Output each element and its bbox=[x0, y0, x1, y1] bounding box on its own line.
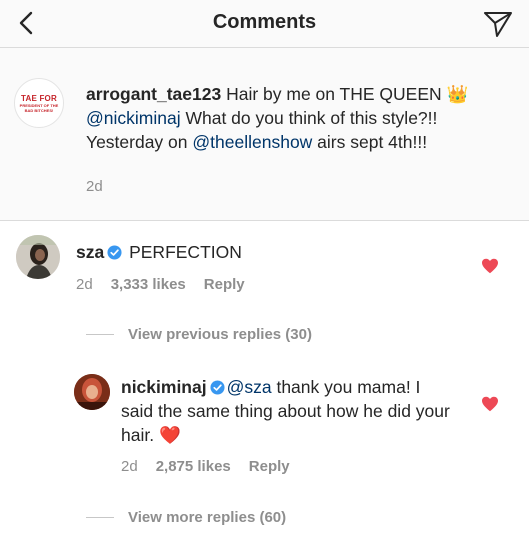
comment-meta: 2d 3,333 likes Reply bbox=[76, 276, 263, 293]
verified-badge-icon bbox=[210, 380, 225, 395]
comment-timestamp: 2d bbox=[76, 276, 93, 293]
paper-plane-icon[interactable] bbox=[483, 10, 513, 38]
reply-button[interactable]: Reply bbox=[249, 458, 290, 475]
view-more-label: View more replies (60) bbox=[128, 509, 287, 526]
verified-badge-icon bbox=[107, 245, 122, 260]
crown-emoji: 👑 bbox=[446, 84, 469, 104]
mention-nickiminaj[interactable]: @nickiminaj bbox=[86, 108, 181, 128]
comment-meta: 2d 2,875 likes Reply bbox=[121, 458, 308, 475]
reply-button[interactable]: Reply bbox=[204, 276, 245, 293]
thread-divider bbox=[86, 334, 114, 335]
avatar[interactable] bbox=[74, 374, 110, 410]
view-previous-replies[interactable]: View previous replies (30) bbox=[86, 326, 312, 343]
avatar[interactable]: TAE FOR PRESIDENT OF THE BAD BITCHES! bbox=[14, 78, 64, 128]
comment-text: nickiminaj @sza thank you mama! I said th… bbox=[121, 375, 451, 447]
reply-nickiminaj: nickiminaj @sza thank you mama! I said th… bbox=[0, 362, 529, 492]
post-caption: TAE FOR PRESIDENT OF THE BAD BITCHES! ar… bbox=[0, 48, 529, 221]
thread-divider bbox=[86, 517, 114, 518]
avatar-text-line3: BAD BITCHES! bbox=[24, 107, 54, 113]
comment-username[interactable]: nickiminaj bbox=[121, 377, 207, 397]
caption-timestamp: 2d bbox=[86, 178, 103, 195]
header-bar: Comments bbox=[0, 0, 529, 48]
comment-timestamp: 2d bbox=[121, 458, 138, 475]
caption-text: arrogant_tae123 Hair by me on THE QUEEN … bbox=[86, 82, 506, 154]
caption-username[interactable]: arrogant_tae123 bbox=[86, 84, 221, 104]
heart-emoji: ❤️ bbox=[158, 425, 181, 445]
mention-sza[interactable]: @sza bbox=[227, 377, 272, 397]
heart-icon[interactable] bbox=[481, 396, 499, 412]
comment-text: sza PERFECTION bbox=[76, 240, 242, 264]
likes-count[interactable]: 2,875 likes bbox=[156, 458, 231, 475]
caption-body-3: airs sept 4th!!! bbox=[312, 132, 428, 152]
page-title: Comments bbox=[212, 11, 317, 33]
comment-body: PERFECTION bbox=[124, 242, 242, 262]
avatar-text-line1: TAE FOR bbox=[21, 93, 57, 103]
comment-sza: sza PERFECTION 2d 3,333 likes Reply bbox=[0, 221, 529, 316]
likes-count[interactable]: 3,333 likes bbox=[111, 276, 186, 293]
caption-body-1: Hair by me on THE QUEEN bbox=[221, 84, 447, 104]
view-previous-label: View previous replies (30) bbox=[128, 326, 312, 343]
avatar[interactable] bbox=[16, 235, 60, 279]
view-more-replies[interactable]: View more replies (60) bbox=[86, 509, 286, 526]
heart-icon[interactable] bbox=[481, 258, 499, 274]
comment-username[interactable]: sza bbox=[76, 242, 104, 262]
mention-theellenshow[interactable]: @theellenshow bbox=[192, 132, 312, 152]
